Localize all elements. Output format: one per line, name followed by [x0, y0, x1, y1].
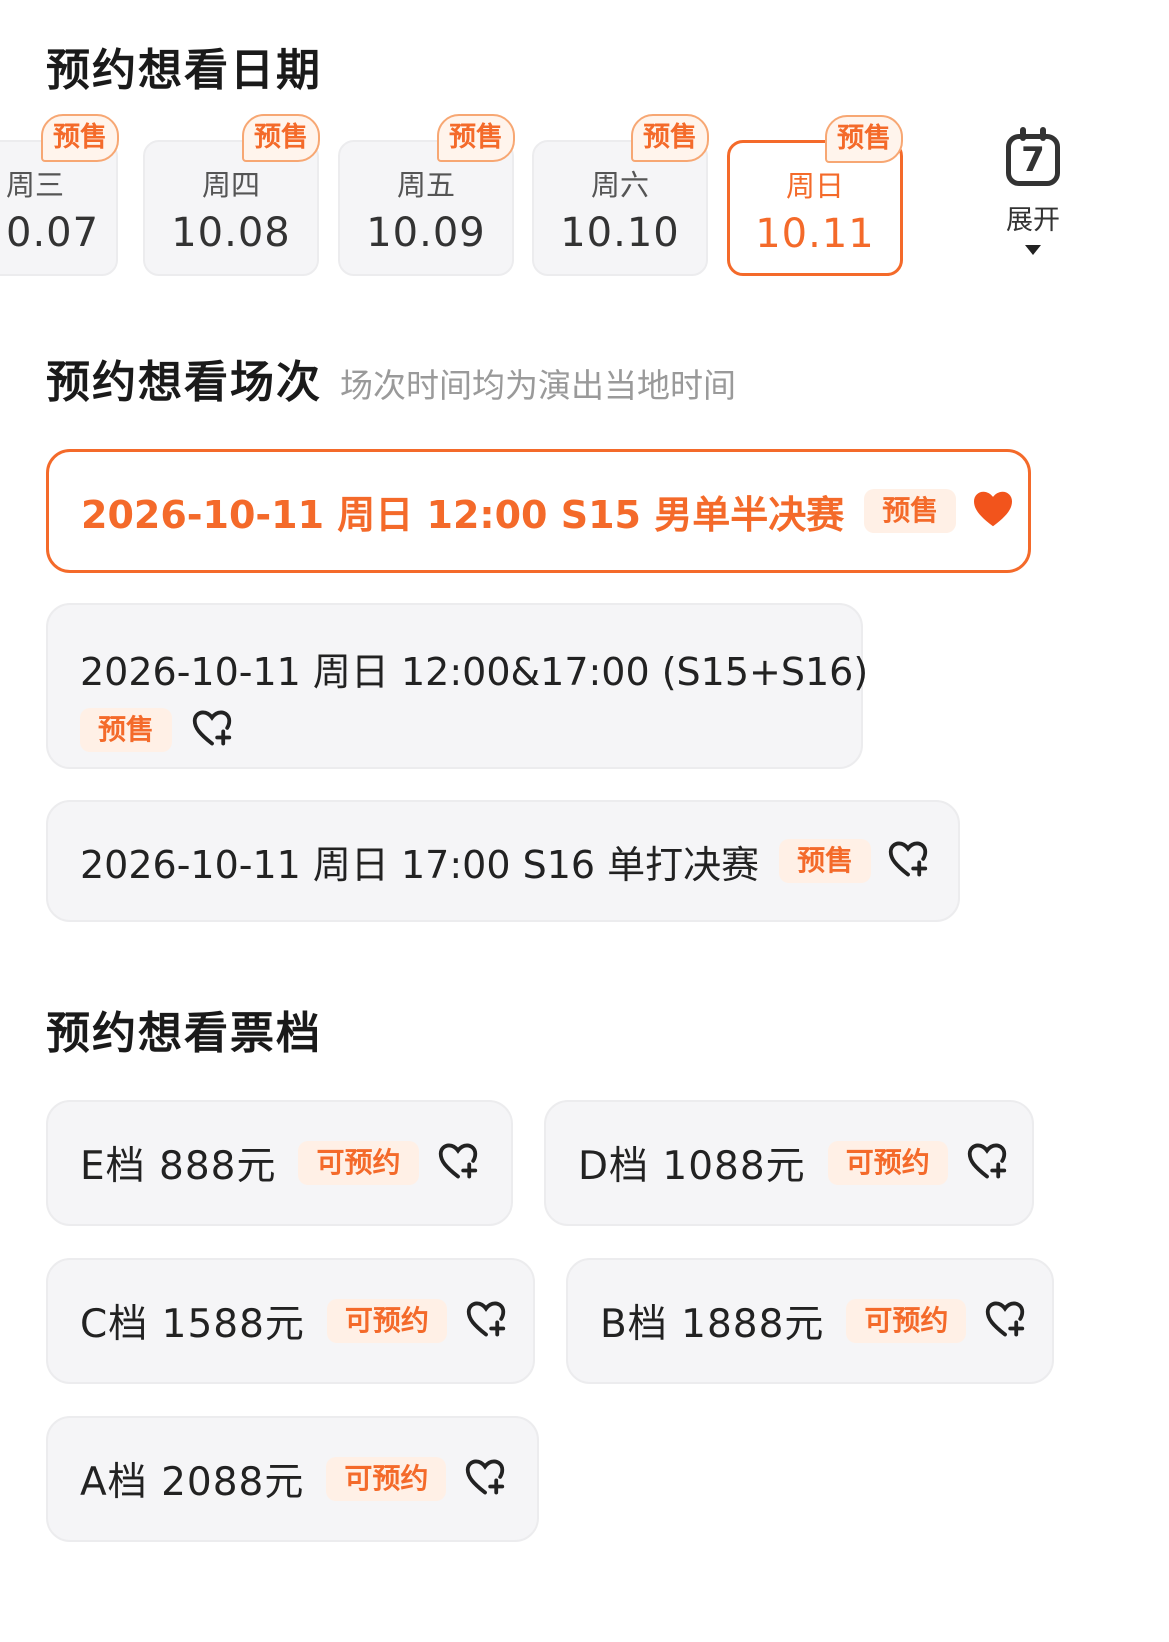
sessions-note: 场次时间均为演出当地时间	[340, 366, 736, 405]
presale-chip: 预售	[80, 708, 173, 752]
date-value: 10.09	[366, 210, 486, 256]
session-option-s16[interactable]: 2026-10-11 周日 17:00 S16 单打决赛 预售	[46, 800, 960, 922]
date-weekday: 周六	[590, 168, 649, 202]
tier-label: D档 1088元	[578, 1144, 806, 1189]
session-label: 2026-10-11 周日 12:00&17:00 (S15+S16)	[80, 650, 869, 694]
dates-section-title: 预约想看日期	[46, 45, 322, 96]
date-strip: 预售 周三 0.07 预售 周四 10.08 预售 周五 10.09 预售 周六…	[0, 112, 1000, 287]
available-chip: 可预约	[326, 1299, 447, 1343]
tiers-section-title: 预约想看票档	[46, 1008, 322, 1059]
heart-add-icon[interactable]	[465, 1300, 507, 1342]
date-value: 10.08	[171, 210, 291, 256]
presale-tag: 预售	[437, 114, 515, 162]
calendar-icon: 7	[1006, 127, 1060, 186]
available-chip: 可预约	[298, 1141, 419, 1185]
heart-add-icon[interactable]	[191, 709, 233, 751]
presale-tag: 预售	[242, 114, 320, 162]
tier-label: E档 888元	[80, 1144, 277, 1189]
heart-add-icon[interactable]	[887, 840, 929, 882]
date-card-sun-selected[interactable]: 预售 周日 10.11	[727, 115, 903, 276]
presale-chip: 预售	[779, 839, 872, 883]
date-value: 0.07	[6, 210, 100, 256]
caret-down-icon	[1025, 245, 1041, 255]
heart-add-icon[interactable]	[984, 1300, 1026, 1342]
date-weekday: 周四	[201, 168, 260, 202]
heart-add-icon[interactable]	[437, 1142, 479, 1184]
tier-option-d[interactable]: D档 1088元 可预约	[544, 1100, 1034, 1226]
expand-calendar-button[interactable]: 7 展开	[1000, 127, 1066, 255]
date-card-fri[interactable]: 预售 周五 10.09	[338, 114, 515, 276]
available-chip: 可预约	[846, 1299, 967, 1343]
tier-label: B档 1888元	[600, 1302, 825, 1347]
presale-tag: 预售	[825, 115, 903, 163]
available-chip: 可预约	[326, 1457, 447, 1501]
heart-filled-icon[interactable]	[972, 490, 1014, 532]
session-label: 2026-10-11 周日 17:00 S16 单打决赛	[80, 842, 760, 887]
presale-tag: 预售	[41, 114, 119, 162]
date-weekday: 周三	[6, 168, 65, 202]
tier-option-a[interactable]: A档 2088元 可预约	[46, 1416, 539, 1542]
date-weekday: 周日	[785, 169, 844, 203]
tier-label: A档 2088元	[80, 1460, 305, 1505]
tier-option-e[interactable]: E档 888元 可预约	[46, 1100, 513, 1226]
heart-add-icon[interactable]	[464, 1458, 506, 1500]
session-option-s15[interactable]: 2026-10-11 周日 12:00 S15 男单半决赛 预售	[46, 449, 1031, 573]
session-label: 2026-10-11 周日 12:00 S15 男单半决赛	[81, 492, 845, 537]
sessions-title: 预约想看场次	[46, 357, 322, 408]
date-value: 10.10	[560, 210, 680, 256]
heart-add-icon[interactable]	[966, 1142, 1008, 1184]
available-chip: 可预约	[827, 1141, 948, 1185]
tier-label: C档 1588元	[80, 1302, 305, 1347]
date-card-wed[interactable]: 预售 周三 0.07	[0, 114, 119, 276]
date-card-thu[interactable]: 预售 周四 10.08	[143, 114, 320, 276]
presale-chip: 预售	[864, 489, 957, 533]
date-weekday: 周五	[396, 168, 455, 202]
tier-option-c[interactable]: C档 1588元 可预约	[46, 1258, 535, 1384]
date-card-sat[interactable]: 预售 周六 10.10	[532, 114, 709, 276]
tier-option-b[interactable]: B档 1888元 可预约	[566, 1258, 1054, 1384]
session-option-s15-s16[interactable]: 2026-10-11 周日 12:00&17:00 (S15+S16) 预售	[46, 603, 869, 769]
sessions-section-title: 预约想看场次 场次时间均为演出当地时间	[46, 346, 736, 410]
expand-label: 展开	[1006, 205, 1060, 236]
date-value: 10.11	[755, 211, 875, 257]
presale-tag: 预售	[631, 114, 709, 162]
